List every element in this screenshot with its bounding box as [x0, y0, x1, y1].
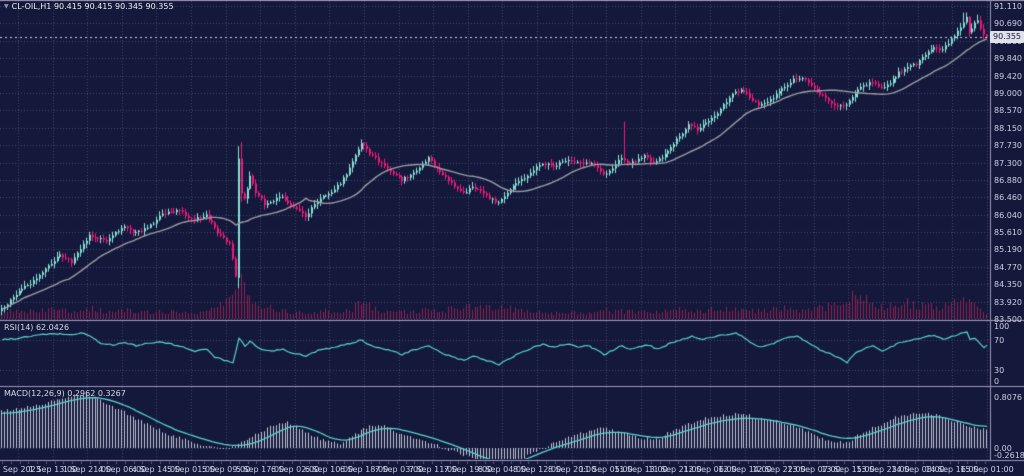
chevron-down-icon: ▼ [4, 3, 9, 10]
price-tick-label: 87.730 [994, 141, 1022, 150]
price-tick-label: 89.420 [994, 72, 1022, 81]
price-tick-label: 88.570 [994, 106, 1022, 115]
price-axis[interactable]: 90.355 91.11090.69090.26089.84089.42089.… [990, 0, 1024, 460]
rsi-tick-label: 100 [994, 322, 1009, 331]
mt5-chart-window: ▼CL-OIL,H1 90.415 90.415 90.345 90.355 R… [0, 0, 1024, 476]
price-tick-label: 89.000 [994, 89, 1022, 98]
rsi-indicator-label: RSI(14) 62.0426 [4, 323, 69, 332]
price-tick-label: 89.840 [994, 54, 1022, 63]
macd-tick-label: -0.2618 [994, 451, 1024, 460]
price-tick-label: 84.350 [994, 280, 1022, 289]
price-tick-label: 88.150 [994, 124, 1022, 133]
chart-legend-text: CL-OIL,H1 90.415 90.415 90.345 90.355 [12, 2, 174, 11]
price-tick-label: 87.300 [994, 159, 1022, 168]
rsi-tick-label: 30 [994, 366, 1004, 375]
rsi-tick-label: 0 [994, 377, 999, 386]
price-tick-label: 83.920 [994, 298, 1022, 307]
price-tick-label: 90.690 [994, 19, 1022, 28]
chart-canvas[interactable] [0, 0, 1024, 476]
macd-tick-label: 0.8076 [994, 393, 1022, 402]
price-tick-label: 85.610 [994, 228, 1022, 237]
price-tick-label: 86.880 [994, 176, 1022, 185]
price-tick-label: 86.460 [994, 193, 1022, 202]
price-tick-label: 91.110 [994, 2, 1022, 11]
macd-indicator-label: MACD(12,26,9) 0.2962 0.3267 [4, 389, 126, 398]
rsi-tick-label: 70 [994, 336, 1004, 345]
price-tick-label: 85.190 [994, 245, 1022, 254]
price-tick-label: 86.040 [994, 211, 1022, 220]
time-axis[interactable]: 1 Sep 20231 Sep 13:001 Sep 21:004 Sep 06… [0, 461, 1024, 476]
chart-legend: ▼CL-OIL,H1 90.415 90.415 90.345 90.355 [4, 2, 174, 11]
current-price-badge: 90.355 [990, 31, 1024, 43]
time-tick-label: 15 Sep 01:00 [960, 465, 1013, 474]
price-tick-label: 84.770 [994, 263, 1022, 272]
